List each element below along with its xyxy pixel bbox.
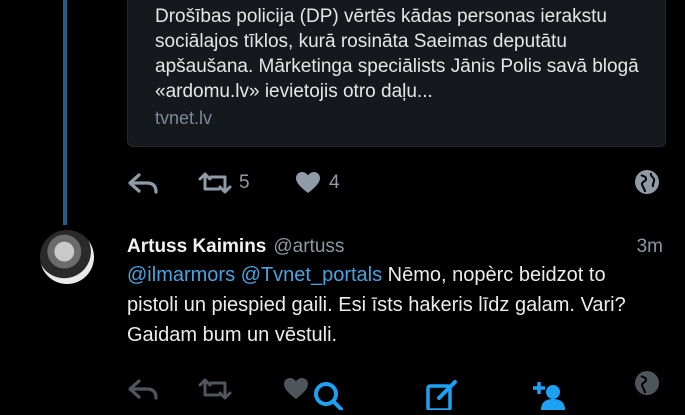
first-tweet-actions: 5 4 (127, 166, 340, 200)
bottom-navigation (0, 371, 685, 412)
mention-link[interactable]: @Tvnet_portals (241, 264, 382, 286)
like-button[interactable]: 4 (295, 171, 340, 195)
tweet-header: Artuss Kaimins @artuss 3m (127, 236, 663, 258)
avatar[interactable] (40, 230, 94, 284)
retweet-button[interactable]: 5 (197, 171, 295, 195)
tweet-text: @ilmarmors @Tvnet_portals Nēmo, nopèrc b… (127, 260, 657, 350)
reply-icon (128, 173, 158, 194)
link-preview-text: Drošības policija (DP) vērtēs kādas pers… (155, 6, 639, 102)
tweet-time[interactable]: 3m (637, 236, 663, 258)
author-name[interactable]: Artuss Kaimins (127, 236, 266, 258)
reply-button[interactable] (127, 172, 197, 194)
retweet-count: 5 (239, 172, 250, 193)
retweet-icon (198, 172, 232, 194)
like-icon (296, 172, 320, 193)
globe-icon[interactable] (634, 370, 660, 401)
like-count: 4 (329, 172, 340, 193)
link-preview-card[interactable]: Drošības policija (DP) vērtēs kādas pers… (127, 0, 666, 147)
thread-line (63, 0, 67, 225)
author-handle[interactable]: @artuss (273, 236, 344, 258)
mention-link[interactable]: @ilmarmors (127, 264, 235, 286)
globe-icon[interactable] (634, 169, 660, 200)
link-preview-domain[interactable]: tvnet.lv (155, 108, 645, 129)
